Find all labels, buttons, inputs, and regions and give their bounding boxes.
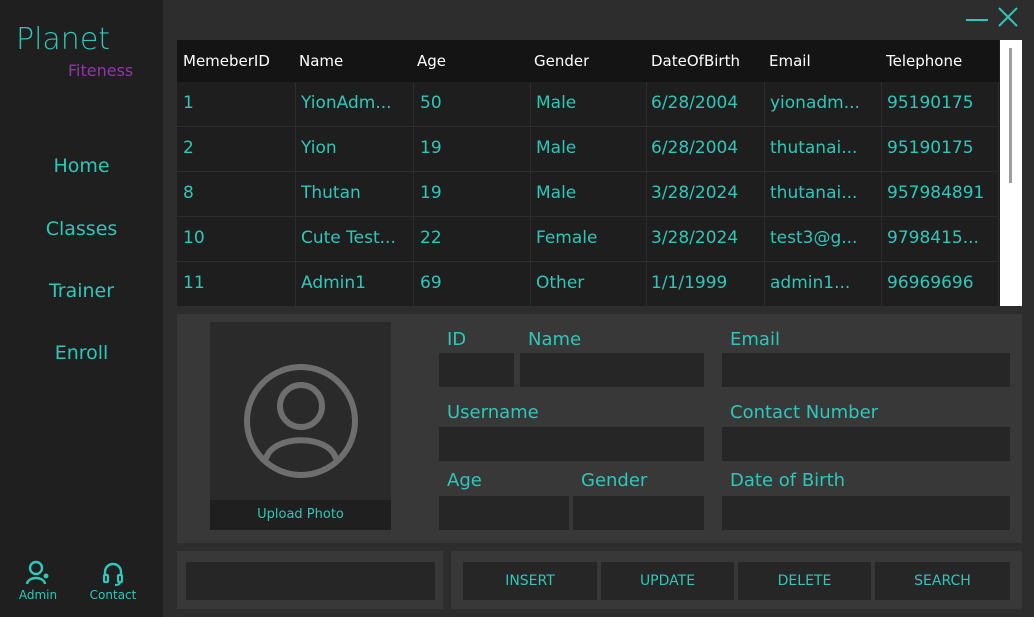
column-divider <box>764 82 765 306</box>
column-header[interactable]: Telephone <box>886 52 962 70</box>
cell-dob: 6/28/2004 <box>651 93 739 113</box>
cell-member-id: 1 <box>183 93 194 113</box>
admin-button[interactable]: Admin <box>18 560 58 602</box>
table-row[interactable]: 8 Thutan 19 Male 3/28/2024 thutanai... 9… <box>177 172 999 217</box>
cell-dob: 3/28/2024 <box>651 183 739 203</box>
cell-gender: Male <box>536 183 577 203</box>
cell-email: admin1... <box>770 273 851 293</box>
cell-email: thutanai... <box>770 183 858 203</box>
cell-name: YionAdm... <box>301 93 392 113</box>
column-divider <box>998 82 999 306</box>
delete-button[interactable]: DELETE <box>738 562 871 600</box>
cell-dob: 6/28/2004 <box>651 138 739 158</box>
table-row[interactable]: 1 YionAdm... 50 Male 6/28/2004 yionadm..… <box>177 82 999 127</box>
cell-telephone: 95190175 <box>887 138 974 158</box>
cell-age: 50 <box>420 93 442 113</box>
cell-name: Thutan <box>301 183 361 203</box>
cell-gender: Other <box>536 273 585 293</box>
nav-home[interactable]: Home <box>0 155 163 177</box>
table-row[interactable]: 11 Admin1 69 Other 1/1/1999 admin1... 96… <box>177 262 999 306</box>
cell-gender: Female <box>536 228 598 248</box>
headset-icon <box>102 562 124 586</box>
cell-member-id: 8 <box>183 183 194 203</box>
update-button[interactable]: UPDATE <box>601 562 734 600</box>
cell-dob: 1/1/1999 <box>651 273 728 293</box>
cell-age: 19 <box>420 138 442 158</box>
date-of-birth-field[interactable] <box>722 496 1010 530</box>
nav-trainer[interactable]: Trainer <box>0 280 163 302</box>
label-gender: Gender <box>581 470 648 491</box>
cell-age: 69 <box>420 273 442 293</box>
label-contact-number: Contact Number <box>730 402 879 423</box>
cell-name: Yion <box>301 138 337 158</box>
cell-member-id: 11 <box>183 273 205 293</box>
cell-telephone: 95190175 <box>887 93 974 113</box>
column-divider <box>646 82 647 306</box>
sidebar: Planet Fiteness Home Classes Trainer Enr… <box>0 0 163 617</box>
column-header[interactable]: Email <box>769 52 811 70</box>
column-divider <box>530 82 531 306</box>
photo-preview[interactable] <box>210 322 391 530</box>
cell-email: thutanai... <box>770 138 858 158</box>
contact-number-field[interactable] <box>722 427 1010 461</box>
nav-enroll[interactable]: Enroll <box>0 342 163 364</box>
nav-classes[interactable]: Classes <box>0 218 163 240</box>
cell-gender: Male <box>536 93 577 113</box>
cell-age: 19 <box>420 183 442 203</box>
close-icon[interactable] <box>995 4 1021 30</box>
cell-telephone: 96969696 <box>887 273 974 293</box>
column-header[interactable]: Age <box>417 52 446 70</box>
label-age: Age <box>447 470 482 491</box>
cell-email: yionadm... <box>770 93 860 113</box>
cell-gender: Male <box>536 138 577 158</box>
table-row[interactable]: 10 Cute Test... 22 Female 3/28/2024 test… <box>177 217 999 262</box>
label-id: ID <box>447 329 467 350</box>
members-table[interactable]: MemeberID Name Age Gender DateOfBirth Em… <box>177 40 1022 306</box>
cell-member-id: 2 <box>183 138 194 158</box>
column-divider <box>295 82 296 306</box>
user-avatar-icon <box>244 364 358 478</box>
label-date-of-birth: Date of Birth <box>730 470 846 491</box>
brand-title: Planet <box>16 22 111 57</box>
cell-member-id: 10 <box>183 228 205 248</box>
table-header: MemeberID Name Age Gender DateOfBirth Em… <box>177 40 999 82</box>
id-field[interactable] <box>439 353 514 387</box>
column-header[interactable]: DateOfBirth <box>651 52 740 70</box>
cell-email: test3@g... <box>770 228 858 248</box>
contact-label: Contact <box>89 588 137 602</box>
gender-field[interactable] <box>573 496 704 530</box>
cell-dob: 3/28/2024 <box>651 228 739 248</box>
label-name: Name <box>528 329 582 350</box>
search-button[interactable]: SEARCH <box>875 562 1010 600</box>
insert-button[interactable]: INSERT <box>463 562 597 600</box>
admin-user-icon <box>25 560 49 585</box>
label-email: Email <box>730 329 780 350</box>
brand-subtitle: Fiteness <box>68 61 134 80</box>
minimize-icon[interactable] <box>964 4 990 30</box>
email-field[interactable] <box>722 353 1010 387</box>
table-scrollbar-thumb[interactable] <box>1009 48 1012 183</box>
label-username: Username <box>447 402 539 423</box>
cell-telephone: 957984891 <box>887 183 985 203</box>
age-field[interactable] <box>439 496 569 530</box>
cell-telephone: 9798415... <box>887 228 979 248</box>
column-header[interactable]: Name <box>299 52 343 70</box>
cell-name: Cute Test... <box>301 228 396 248</box>
username-field[interactable] <box>439 427 704 461</box>
admin-label: Admin <box>18 588 58 602</box>
cell-name: Admin1 <box>301 273 366 293</box>
name-field[interactable] <box>520 353 704 387</box>
table-row[interactable]: 2 Yion 19 Male 6/28/2004 thutanai... 951… <box>177 127 999 172</box>
column-header[interactable]: MemeberID <box>183 52 270 70</box>
column-header[interactable]: Gender <box>534 52 589 70</box>
column-divider <box>413 82 414 306</box>
column-divider <box>881 82 882 306</box>
contact-button[interactable]: Contact <box>84 560 142 602</box>
cell-age: 22 <box>420 228 442 248</box>
upload-photo-button[interactable]: Upload Photo <box>210 500 391 530</box>
search-input[interactable] <box>186 562 435 600</box>
